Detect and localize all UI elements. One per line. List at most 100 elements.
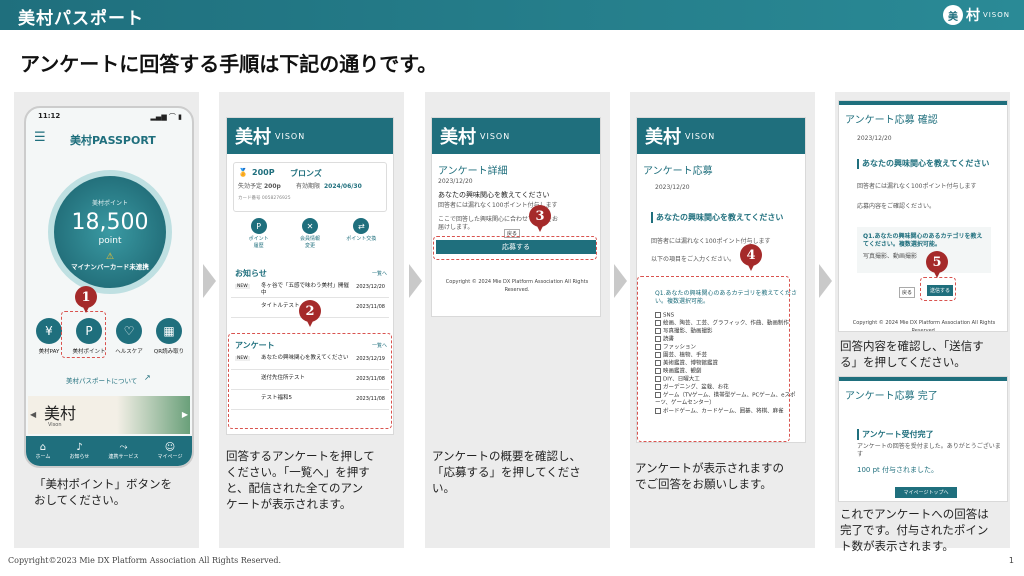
arrow-right-icon <box>614 264 627 298</box>
survey-detail-screen: 美村 VISON アンケート詳細 2023/12/20 あなたの興味関心を教えて… <box>431 117 601 317</box>
complete-message: アンケートの回答を受付ました。ありがとうございます <box>857 443 1001 458</box>
screen-header: 美村 VISON <box>432 118 600 154</box>
list-item-date: 2023/11/08 <box>356 304 385 310</box>
quick-action-icon: ✕ <box>301 218 318 234</box>
brand-logo: 美村 <box>235 127 271 148</box>
mypage-button[interactable]: マイページトップへ <box>895 487 957 498</box>
list-item-text: 冬ヶ谷で「五感で味わう美村」開催中 <box>261 283 350 296</box>
brand-sub: VISON <box>685 131 716 141</box>
nav-icon: ⌂ <box>39 442 47 453</box>
step4-caption: アンケートが表示されますの でご回答をお願いします。 <box>635 461 785 491</box>
chevron-right-icon[interactable]: ▶ <box>182 410 188 419</box>
logo-mark: 美 <box>942 5 963 25</box>
bottom-nav: ⌂ ホーム ♪ お知らせ ⤳ 連携サービス ☺ マイページ <box>26 436 192 466</box>
nav-item[interactable]: ⤳ 連携サービス <box>108 442 138 460</box>
brand-sub: VISON <box>480 131 511 141</box>
step5-caption: 回答内容を確認し、「送信す る」を押してください。 <box>840 339 984 369</box>
list-item[interactable]: NEW 冬ヶ谷で「五感で味わう美村」開催中 2023/12/20 <box>231 278 389 298</box>
brand-logo: 美村 <box>440 127 476 148</box>
step-marker-5: 5 <box>926 251 948 278</box>
brand-logo: 美村 <box>645 127 681 148</box>
confirm-message: 応募内容をご確認ください。 <box>857 203 936 210</box>
detail-heading: アンケート詳細 <box>438 166 508 177</box>
step1-caption: 「美村ポイント」ボタンを おしてください。 <box>34 477 172 507</box>
highlight-box-1 <box>61 311 106 358</box>
action-buttons: ¥ 美村PAY P 美村ポイント ♡ ヘルスケア ▦ QR読み取り <box>26 318 192 364</box>
page-title: アンケートに回答する手順は下記の通りです。 <box>20 52 438 76</box>
deadline-label: 有効期限 <box>296 183 321 190</box>
confirm-copyright: Copyright © 2024 Mie DX Platform Associa… <box>852 320 996 332</box>
top-header-bar: 美村パスポート 美 村 VISON <box>0 0 1024 30</box>
complete-caption: これでアンケートへの回答は 完了です。付与されたポイン ト数が表示されます。 <box>840 507 989 553</box>
nav-label: 連携サービス <box>108 454 139 460</box>
nav-icon: ♪ <box>76 442 83 453</box>
points-unit: point <box>98 236 122 246</box>
quick-action-label: ポイント 履歴 <box>248 236 269 249</box>
confirm-back-button[interactable]: 戻る <box>899 287 916 298</box>
list-item-date: 2023/12/20 <box>356 284 385 290</box>
action-label: ヘルスケア <box>115 349 143 355</box>
points-label: 美村ポイント <box>91 200 128 207</box>
logo-sub: VISON <box>982 11 1010 19</box>
action-button[interactable]: ▦ QR読み取り <box>150 318 188 355</box>
member-card: 🏅 200P ブロンズ 失効予定 200p 有効期限 2024/06/30 カー… <box>233 162 387 212</box>
quick-action[interactable]: P ポイント 履歴 <box>237 218 281 262</box>
quick-action[interactable]: ⇄ ポイント交換 <box>339 218 383 262</box>
points-circle: 美村ポイント 18,500 point ⚠ マイナンバーカード未連携 <box>48 170 172 294</box>
highlight-box-2 <box>228 333 392 429</box>
step3-caption: アンケートの概要を確認し、 「応募する」を押してくださ い。 <box>432 449 582 495</box>
mynumber-warning: マイナンバーカード未連携 <box>71 263 149 271</box>
member-points: 200P <box>252 168 275 177</box>
quick-action-icon: ⇄ <box>353 218 370 234</box>
arrow-right-icon <box>203 264 216 298</box>
signal-icon: ▂▄▆ ⌒ ▮ <box>150 113 182 121</box>
phone-mockup: 11:12 ▂▄▆ ⌒ ▮ ☰ 美村PASSPORT 美村ポイント 18,500… <box>24 106 194 468</box>
nav-icon: ☺ <box>164 442 176 453</box>
nav-item[interactable]: ♪ お知らせ <box>69 442 89 460</box>
quick-action[interactable]: ✕ 会員情報 変更 <box>288 218 332 262</box>
deadline-value: 2024/06/30 <box>324 183 362 190</box>
nav-label: ホーム <box>35 454 51 460</box>
points-value: 18,500 <box>71 210 149 235</box>
page-number: 1 <box>1008 556 1014 565</box>
survey-title: あなたの興味関心を教えてください <box>438 191 550 199</box>
arrow-right-icon <box>409 264 422 298</box>
chevron-left-icon[interactable]: ◀ <box>30 410 36 419</box>
quick-action-label: ポイント交換 <box>346 236 377 242</box>
screen-header: 美村 VISON <box>637 118 805 154</box>
quick-action-label: 会員情報 変更 <box>299 236 320 249</box>
arrow-right-icon <box>819 264 832 298</box>
expiry-label: 失効予定 <box>238 183 263 190</box>
confirm-title: アンケート応募 確認 <box>845 115 938 126</box>
action-button[interactable]: ♡ ヘルスケア <box>110 318 148 355</box>
news-more-link[interactable]: 一覧へ <box>372 270 387 277</box>
confirm-answer: 写真撮影、動画撮影 <box>863 253 918 260</box>
medal-icon: 🏅 <box>238 168 248 177</box>
step-marker-1: 1 <box>75 286 97 313</box>
complete-heading: アンケート受付完了 <box>857 429 934 440</box>
form-date: 2023/12/20 <box>655 184 690 191</box>
form-instruction: 以下の項目をご入力ください。 <box>651 256 736 263</box>
confirm-note: 回答者には漏れなく100ポイント付与します <box>857 183 977 190</box>
new-badge: NEW <box>235 284 250 289</box>
footer-copyright: Copyright©2023 Mie DX Platform Associati… <box>8 556 282 565</box>
logo-text: 村 <box>965 8 980 24</box>
banner-title: 美村 <box>44 404 77 423</box>
step-marker-2: 2 <box>299 300 321 327</box>
top-accent <box>839 101 1007 105</box>
about-link[interactable]: 美村パスポートについて <box>66 375 137 385</box>
header-logo: 美 村 VISON <box>942 5 1010 25</box>
highlight-box-5 <box>920 277 956 301</box>
banner-subtitle: Vison <box>48 422 62 428</box>
step-marker-4: 4 <box>740 244 762 271</box>
quick-action-icon: P <box>250 218 267 234</box>
nav-item[interactable]: ☺ マイページ <box>158 442 183 460</box>
nav-item[interactable]: ⌂ ホーム <box>36 442 51 460</box>
phone-time: 11:12 <box>38 112 61 120</box>
banner-carousel[interactable]: 美村 Vison ◀ ▶ <box>28 396 190 434</box>
action-icon: ▦ <box>156 318 182 344</box>
action-label: QR読み取り <box>153 349 185 355</box>
top-accent <box>839 377 1007 381</box>
menu-icon[interactable]: ☰ <box>34 130 46 145</box>
expiry-value: 200p <box>264 183 281 190</box>
